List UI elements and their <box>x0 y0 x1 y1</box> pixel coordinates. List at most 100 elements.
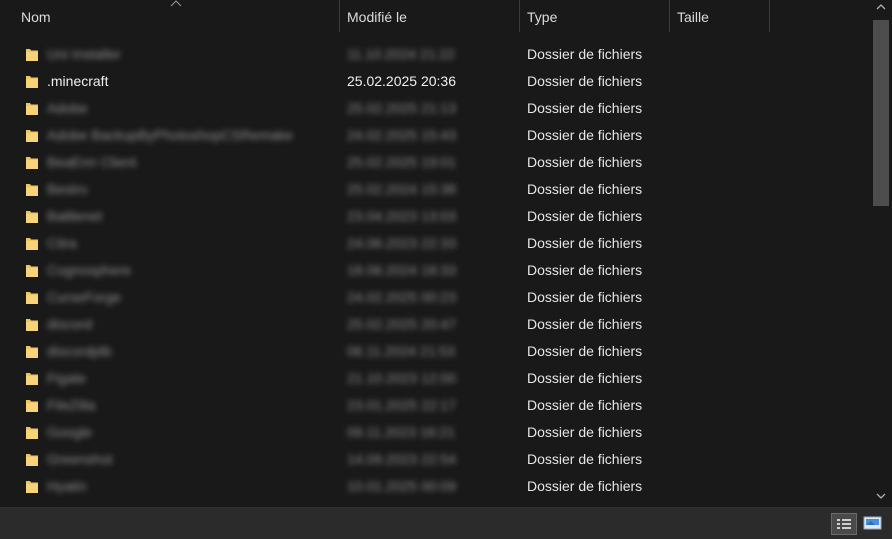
scroll-up-button[interactable] <box>870 0 892 16</box>
file-list: Uni Installer 11.10.2024 21:22 Dossier de … <box>0 41 870 507</box>
column-header-size[interactable]: Taille <box>670 0 770 32</box>
file-modified-date: 25.02.2025 19:01 <box>347 154 456 170</box>
file-type: Dossier de fichiers <box>527 289 643 305</box>
column-header-name[interactable]: Nom <box>0 0 340 32</box>
file-row[interactable]: discordptb 06.11.2024 21:53 Dossier de fic… <box>0 338 870 365</box>
file-type: Dossier de fichiers <box>527 154 643 170</box>
file-name: Google <box>47 424 93 440</box>
file-modified-date: 14.09.2023 22:54 <box>347 451 456 467</box>
file-modified-date: 09.11.2023 16:21 <box>347 424 455 440</box>
file-type: Dossier de fichiers <box>527 424 643 440</box>
folder-icon <box>26 292 38 304</box>
file-type: Dossier de fichiers <box>527 100 643 116</box>
folder-icon <box>26 130 38 142</box>
file-type: Dossier de fichiers <box>527 73 643 89</box>
file-type: Dossier de fichiers <box>527 208 643 224</box>
file-row[interactable]: CurseForge 24.02.2025 00:23 Dossier de fic… <box>0 284 870 311</box>
column-header-name-label: Nom <box>21 9 51 25</box>
file-modified-date: 25.02.2025 21:13 <box>347 100 456 116</box>
file-name: Hyatin <box>47 478 87 494</box>
file-modified-date: 21.10.2023 12:00 <box>347 370 456 386</box>
file-row[interactable]: FileZilla 23.01.2025 22:17 Dossier de fich… <box>0 392 870 419</box>
folder-icon <box>26 238 38 250</box>
file-row[interactable]: Figate 21.10.2023 12:00 Dossier de fichier… <box>0 365 870 392</box>
large-icons-view-icon <box>863 516 882 530</box>
file-row[interactable]: BeaEnn Client 25.02.2025 19:01 Dossier de … <box>0 149 870 176</box>
file-row[interactable]: Cognosphere 18.06.2024 18:33 Dossier de fi… <box>0 257 870 284</box>
folder-icon <box>26 400 38 412</box>
file-modified-date: 24.02.2025 00:23 <box>347 289 456 305</box>
column-header-bar: Nom Modifié le Type Taille <box>0 0 870 32</box>
file-type: Dossier de fichiers <box>527 478 643 494</box>
file-type: Dossier de fichiers <box>527 46 643 62</box>
file-row[interactable]: Citra 24.06.2023 22:33 Dossier de fichiers <box>0 230 870 257</box>
file-modified-date: 25.02.2024 15:38 <box>347 181 456 197</box>
large-icons-view-button[interactable] <box>861 513 887 535</box>
file-type: Dossier de fichiers <box>527 127 643 143</box>
file-name: Uni Installer <box>47 46 121 62</box>
folder-icon <box>26 76 38 88</box>
file-name: Figate <box>47 370 86 386</box>
file-modified-date: 10.01.2025 00:09 <box>347 478 456 494</box>
file-modified-date: 23.04.2023 13:03 <box>347 208 456 224</box>
file-row[interactable]: Greenshot 14.09.2023 22:54 Dossier de fich… <box>0 446 870 473</box>
vertical-scrollbar[interactable] <box>870 0 892 507</box>
file-modified-date: 25.02.2025 20:47 <box>347 316 456 332</box>
details-view-button[interactable] <box>831 513 857 535</box>
file-name: Cognosphere <box>47 262 132 278</box>
file-row[interactable]: Adobe BackupByPhotoshopCSRemake 24.02.202… <box>0 122 870 149</box>
file-type: Dossier de fichiers <box>527 262 643 278</box>
file-modified-date: 18.06.2024 18:33 <box>347 262 456 278</box>
folder-icon <box>26 211 38 223</box>
column-header-modified[interactable]: Modifié le <box>340 0 520 32</box>
file-name: discordptb <box>47 343 112 359</box>
folder-icon <box>26 184 38 196</box>
file-name: Bestro <box>47 181 88 197</box>
folder-icon <box>26 49 38 61</box>
file-name: FileZilla <box>47 397 96 413</box>
file-type: Dossier de fichiers <box>527 181 643 197</box>
column-header-type-label: Type <box>527 9 558 25</box>
file-name: Greenshot <box>47 451 113 467</box>
file-name: Adobe <box>47 100 88 116</box>
file-modified-date: 23.01.2025 22:17 <box>347 397 456 413</box>
details-view-icon <box>837 519 851 529</box>
folder-icon <box>26 373 38 385</box>
file-row[interactable]: Google 09.11.2023 16:21 Dossier de fichier… <box>0 419 870 446</box>
file-row[interactable]: Battlenet 23.04.2023 13:03 Dossier de fich… <box>0 203 870 230</box>
file-modified-date: 25.02.2025 20:36 <box>347 73 456 89</box>
file-row[interactable]: Uni Installer 11.10.2024 21:22 Dossier de … <box>0 41 870 68</box>
file-name: Battlenet <box>47 208 103 224</box>
file-modified-date: 24.06.2023 22:33 <box>347 235 456 251</box>
file-type: Dossier de fichiers <box>527 235 643 251</box>
file-modified-date: 11.10.2024 21:22 <box>347 46 455 62</box>
file-row[interactable]: discord 25.02.2025 20:47 Dossier de fichie… <box>0 311 870 338</box>
scroll-down-button[interactable] <box>870 489 892 505</box>
file-name: Adobe BackupByPhotoshopCSRemake <box>47 127 293 143</box>
scrollbar-thumb[interactable] <box>873 20 889 206</box>
file-row[interactable]: Bestro 25.02.2024 15:38 Dossier de fichier… <box>0 176 870 203</box>
file-type: Dossier de fichiers <box>527 316 643 332</box>
column-header-type[interactable]: Type <box>520 0 670 32</box>
folder-icon <box>26 265 38 277</box>
file-row[interactable]: Adobe 25.02.2025 21:13 Dossier de fichiers <box>0 95 870 122</box>
folder-icon <box>26 481 38 493</box>
folder-icon <box>26 103 38 115</box>
file-type: Dossier de fichiers <box>527 343 643 359</box>
file-type: Dossier de fichiers <box>527 370 643 386</box>
folder-icon <box>26 319 38 331</box>
file-type: Dossier de fichiers <box>527 451 643 467</box>
chevron-down-icon <box>876 493 886 499</box>
folder-icon <box>26 427 38 439</box>
file-row[interactable]: Hyatin 10.01.2025 00:09 Dossier de fichier… <box>0 473 870 500</box>
status-bar <box>0 507 892 539</box>
column-header-size-label: Taille <box>677 9 709 25</box>
file-row[interactable]: .minecraft 25.02.2025 20:36 Dossier de fic… <box>0 68 870 95</box>
folder-icon <box>26 346 38 358</box>
file-name: BeaEnn Client <box>47 154 137 170</box>
chevron-up-icon <box>876 4 886 10</box>
file-name: discord <box>47 316 93 332</box>
file-name: Citra <box>47 235 77 251</box>
column-header-modified-label: Modifié le <box>347 9 407 25</box>
folder-icon <box>26 157 38 169</box>
